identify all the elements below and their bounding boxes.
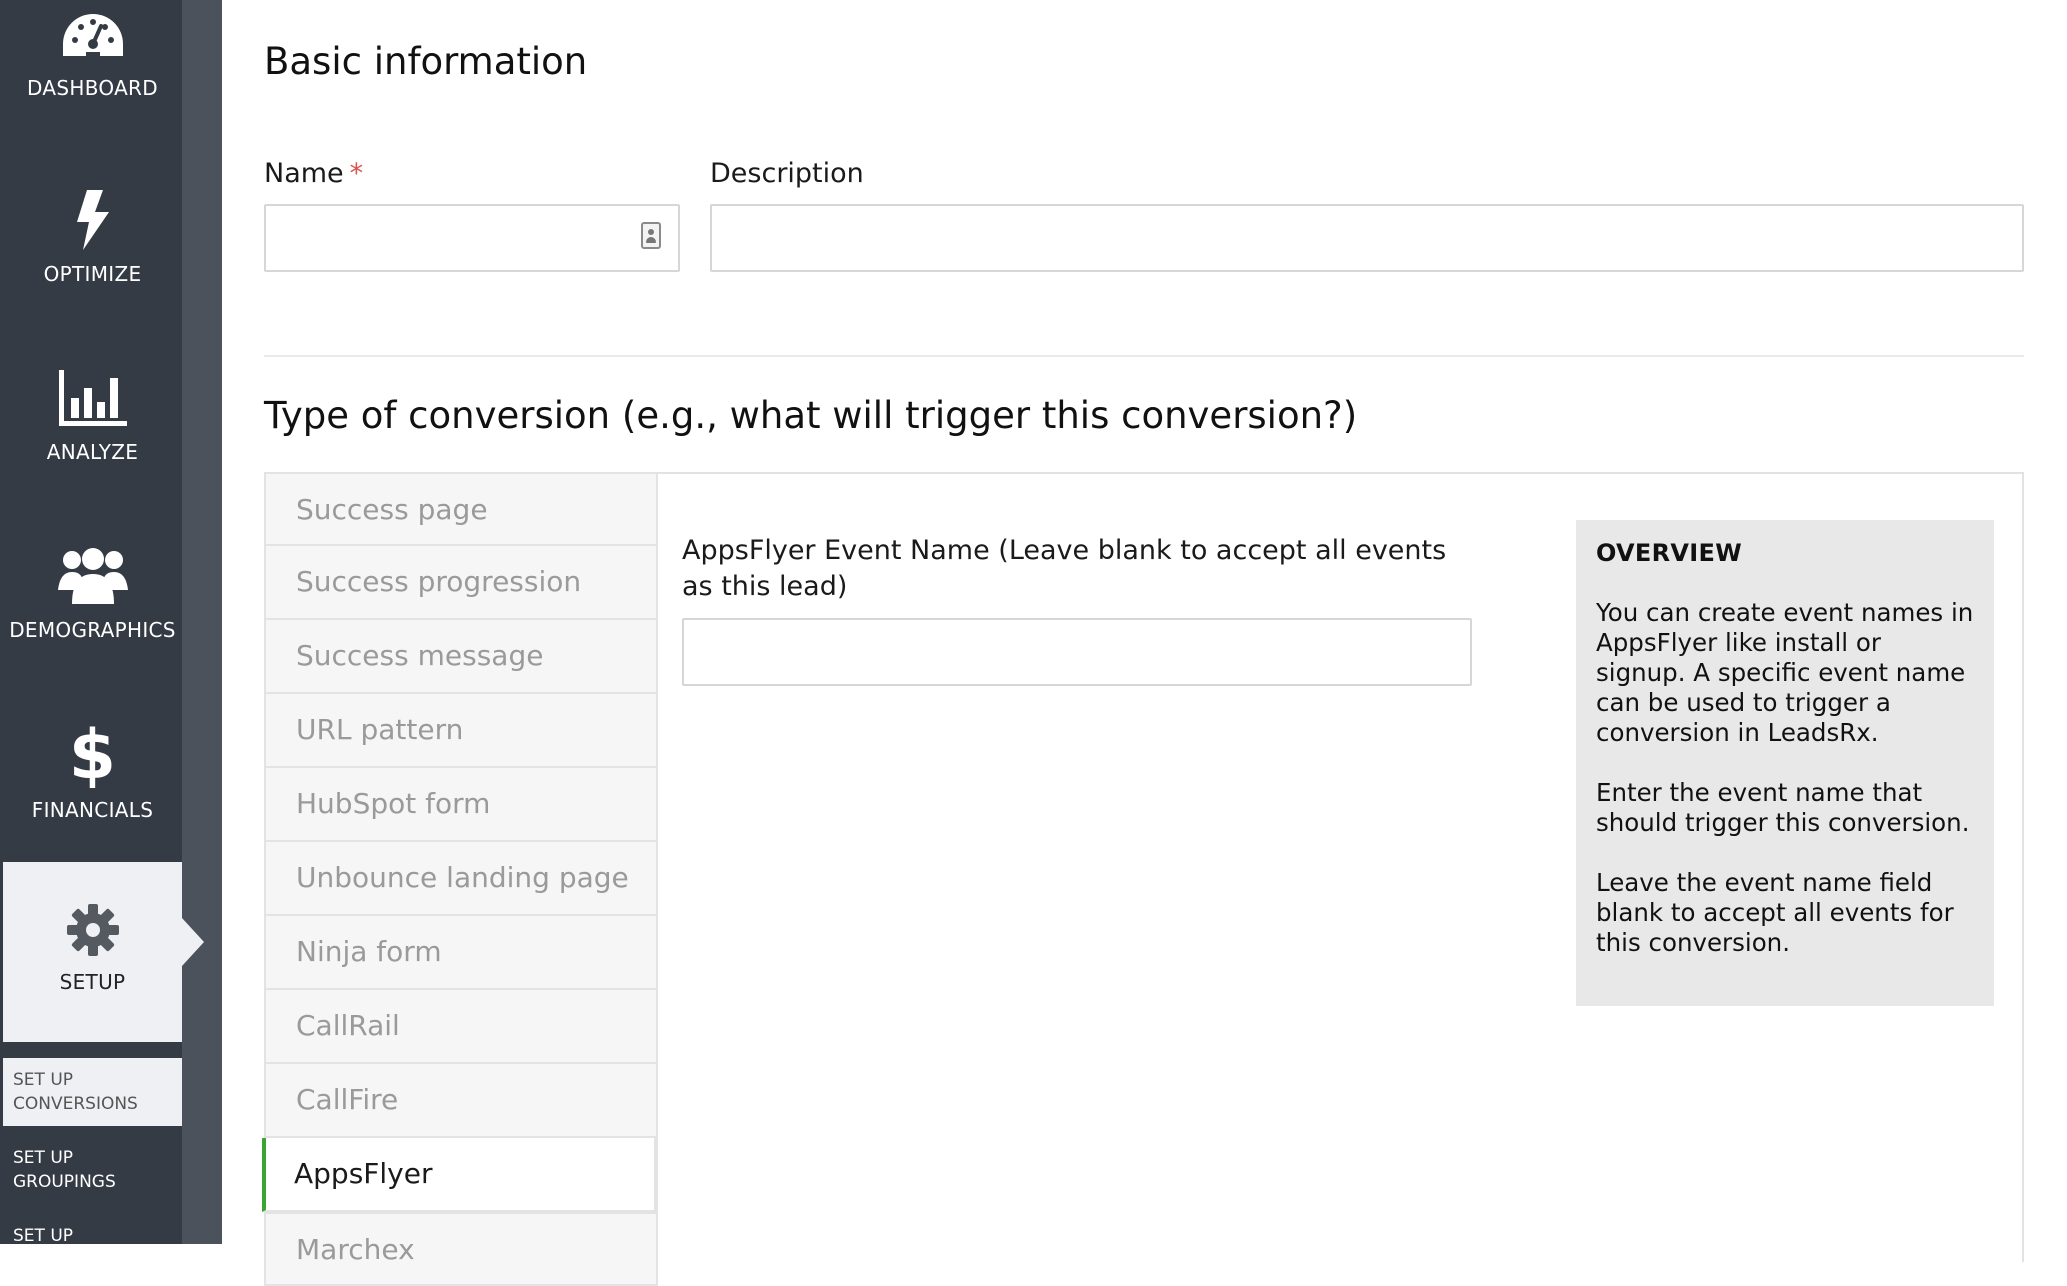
tab-hubspot-form[interactable]: HubSpot form [264,768,658,842]
subnav-set-up-conversions[interactable]: SET UP CONVERSIONS [3,1058,182,1126]
nav-analyze-label: ANALYZE [46,440,139,464]
dashboard-gauge-icon [61,4,125,76]
description-input[interactable] [710,204,2024,272]
subnav-line2: GROUPINGS [13,1172,116,1192]
lightning-bolt-icon [73,184,113,256]
people-group-icon [57,540,128,612]
name-input[interactable] [264,204,680,272]
tab-success-page[interactable]: Success page [264,472,658,546]
overview-title: OVERVIEW [1596,539,1742,567]
nav-optimize-label: OPTIMIZE [43,262,142,286]
gear-icon [66,902,120,958]
name-label-text: Name [264,158,344,189]
tab-ninja-form[interactable]: Ninja form [264,916,658,990]
sidebar: DASHBOARD OPTIMIZE ANALYZE DEMOGRAPHICS … [0,0,182,1246]
tab-column-border [656,472,658,1244]
basic-information-heading: Basic information [264,40,588,83]
required-mark: * [349,158,364,189]
subnav-line2: CONVERSIONS [13,1094,138,1114]
subnav-line1: SET UP [13,1148,74,1168]
appsflyer-event-name-label: AppsFlyer Event Name (Leave blank to acc… [682,535,1447,602]
overview-paragraph: Enter the event name that should trigger… [1596,778,1970,837]
active-nav-pointer [182,918,204,966]
nav-setup-label: SETUP [59,970,126,994]
conversion-type-heading: Type of conversion (e.g., what will trig… [264,394,1358,437]
nav-demographics[interactable]: DEMOGRAPHICS [3,540,182,720]
subnav-set-up-groupings[interactable]: SET UP GROUPINGS [3,1136,182,1204]
description-label: Description [710,158,864,189]
name-label: Name * [264,158,363,189]
tab-success-message[interactable]: Success message [264,620,658,694]
subnav-set-up-more[interactable]: SET UP [3,1214,182,1282]
nav-demographics-label: DEMOGRAPHICS [9,618,176,642]
tab-callfire[interactable]: CallFire [264,1064,658,1138]
tab-success-progression[interactable]: Success progression [264,546,658,620]
subnav-line1: SET UP [13,1070,74,1090]
sidebar-edge [182,0,222,1244]
overview-paragraph: You can create event names in AppsFlyer … [1596,598,1974,747]
tab-marchex[interactable]: Marchex [264,1212,658,1286]
subnav-line1: SET UP [13,1226,74,1246]
tab-callrail[interactable]: CallRail [264,990,658,1064]
appsflyer-event-name-input[interactable] [682,618,1472,686]
nav-optimize[interactable]: OPTIMIZE [3,180,182,360]
nav-dashboard[interactable]: DASHBOARD [3,0,182,180]
bar-chart-icon [57,362,129,434]
overview-paragraph: Leave the event name field blank to acce… [1596,868,1954,957]
section-divider [264,355,2024,357]
contact-card-icon[interactable] [641,222,661,249]
tab-url-pattern[interactable]: URL pattern [264,694,658,768]
dollar-sign-icon: $ [68,716,117,795]
nav-analyze[interactable]: ANALYZE [3,360,182,540]
overview-panel: OVERVIEW You can create event names in A… [1576,520,1994,1006]
nav-dashboard-label: DASHBOARD [27,76,158,100]
tab-unbounce-landing-page[interactable]: Unbounce landing page [264,842,658,916]
nav-financials-label: FINANCIALS [31,798,154,822]
tab-appsflyer[interactable]: AppsFlyer [262,1138,656,1212]
nav-setup[interactable]: SETUP [3,862,182,1042]
